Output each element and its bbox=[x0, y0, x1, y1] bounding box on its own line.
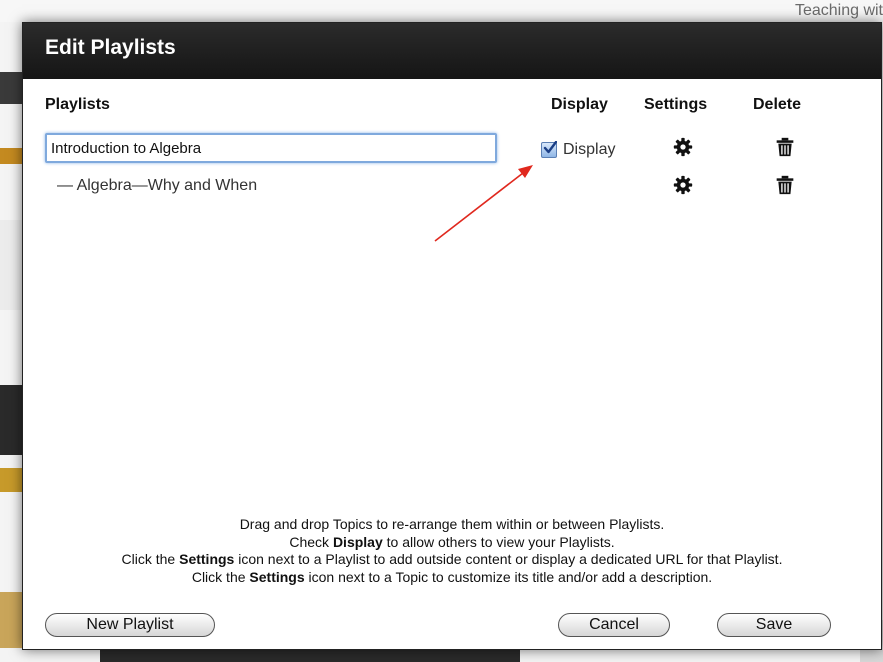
column-header-delete: Delete bbox=[753, 96, 802, 113]
trash-icon[interactable] bbox=[775, 137, 795, 157]
column-header-display: Display bbox=[551, 96, 608, 113]
dialog-header: Edit Playlists bbox=[23, 23, 881, 79]
instruction-line: Check Display to allow others to view yo… bbox=[23, 534, 881, 552]
checkmark-icon bbox=[543, 141, 557, 154]
gear-icon[interactable] bbox=[673, 175, 693, 195]
display-checkbox-group[interactable]: Display bbox=[541, 141, 615, 159]
gear-icon[interactable] bbox=[673, 137, 693, 157]
display-checkbox-label: Display bbox=[563, 141, 616, 158]
background-top-bar bbox=[0, 0, 883, 22]
save-button[interactable]: Save bbox=[717, 613, 831, 637]
instructions-text: Drag and drop Topics to re-arrange them … bbox=[23, 516, 881, 586]
instruction-text: to allow others to view your Playlists. bbox=[382, 533, 615, 550]
instruction-text: Drag and drop Topics to re-arrange them … bbox=[239, 516, 665, 532]
edit-playlists-dialog: Edit Playlists Playlists Display Setting… bbox=[22, 22, 882, 650]
column-header-settings: Settings bbox=[644, 96, 708, 113]
instruction-emphasis: Settings bbox=[249, 568, 305, 585]
dialog-title: Edit Playlists bbox=[45, 36, 176, 59]
topic-item-label[interactable]: — Algebra—Why and When bbox=[57, 177, 257, 195]
instruction-line: Click the Settings icon next to a Playli… bbox=[23, 551, 881, 569]
display-checkbox[interactable] bbox=[541, 141, 557, 158]
trash-icon[interactable] bbox=[775, 175, 795, 195]
instruction-text: icon next to a Playlist to add outside c… bbox=[234, 551, 783, 567]
instruction-text: icon next to a Topic to customize its ti… bbox=[304, 568, 713, 585]
instruction-text: Click the bbox=[191, 568, 250, 585]
instruction-emphasis: Settings bbox=[179, 551, 235, 567]
background-bottom-bar bbox=[100, 648, 520, 662]
instruction-emphasis: Display bbox=[332, 533, 383, 550]
instruction-text: Click the bbox=[121, 551, 180, 567]
new-playlist-button[interactable]: New Playlist bbox=[45, 613, 215, 637]
playlist-name-input[interactable] bbox=[45, 133, 497, 163]
instruction-line: Click the Settings icon next to a Topic … bbox=[23, 569, 881, 587]
background-corner-text: Teaching wit bbox=[794, 2, 883, 19]
instruction-text: Check bbox=[289, 533, 333, 550]
column-header-playlists: Playlists bbox=[45, 96, 110, 113]
instruction-line: Drag and drop Topics to re-arrange them … bbox=[23, 516, 881, 534]
cancel-button[interactable]: Cancel bbox=[558, 613, 670, 637]
